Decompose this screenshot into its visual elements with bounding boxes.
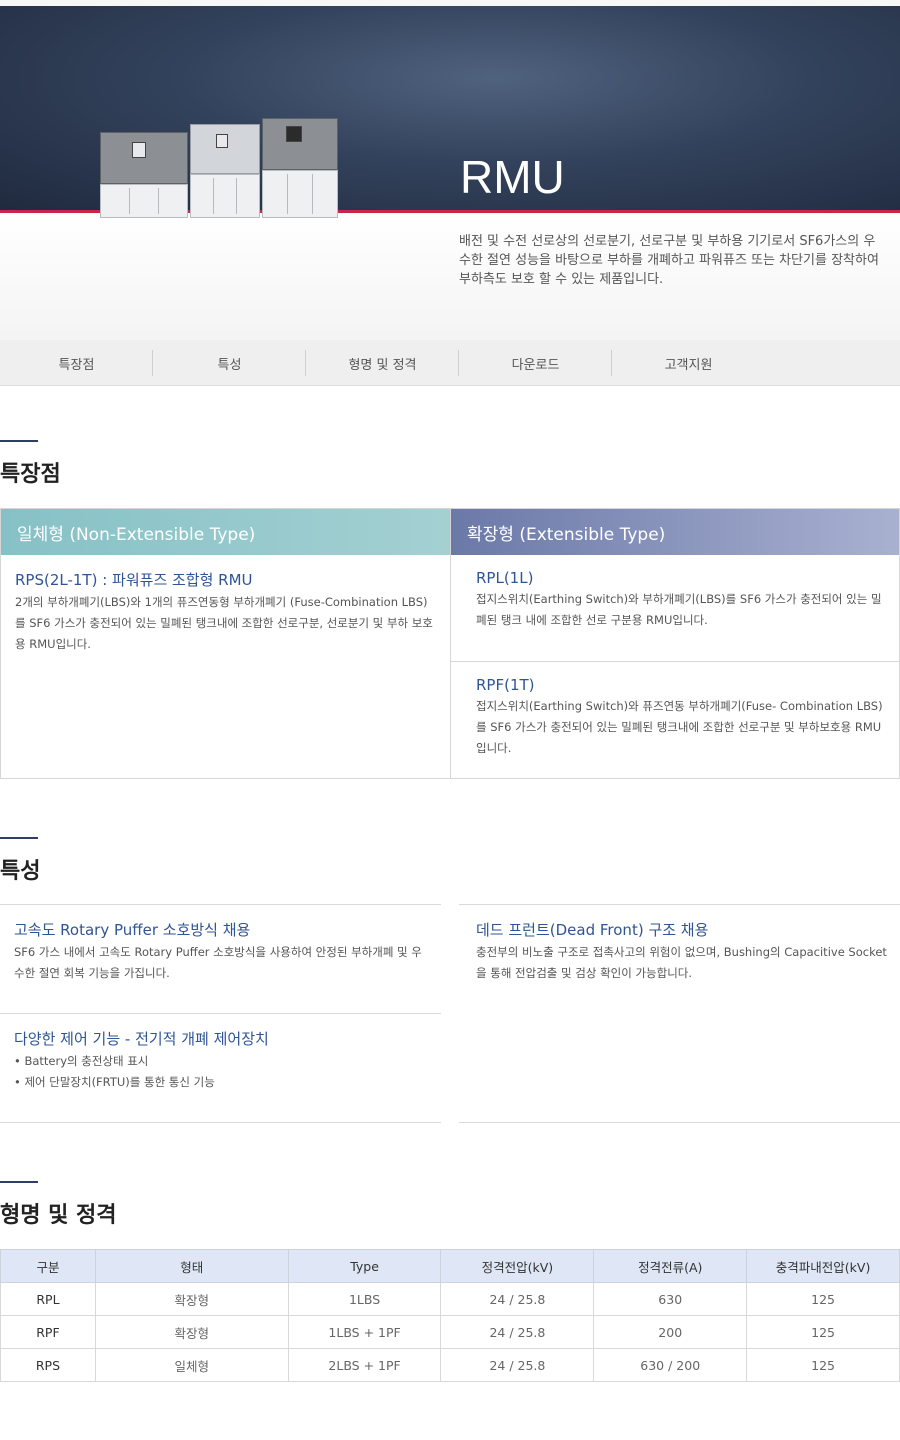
characteristic-item: 데드 프런트(Dead Front) 구조 채용 충전부의 비노출 구조로 접촉… [459,904,900,1123]
column-header: Type [287,1249,442,1283]
feature-title: RPS(2L-1T) : 파워퓨즈 조합형 RMU [15,571,253,589]
table-cell: 확장형 [94,1282,289,1316]
section-title-characteristics: 특성 [0,859,41,884]
section-title-features: 특장점 [0,462,61,487]
tab-characteristics[interactable]: 특성 [153,340,306,386]
characteristic-item: 다양한 제어 기능 - 전기적 개폐 제어장치 • Battery의 충전상태 … [0,1013,441,1123]
extensible-column: 확장형 (Extensible Type) RPL(1L) 접지스위치(Eart… [450,508,900,779]
hero-banner: RMU 배전 및 수전 선로상의 선로분기, 선로구분 및 부하용 기기로서 S… [0,0,900,340]
product-image [100,118,340,218]
table-cell: 125 [746,1348,900,1382]
characteristics-panel: 고속도 Rotary Puffer 소호방식 채용 SF6 가스 내에서 고속도… [0,904,900,1124]
table-cell: 확장형 [94,1315,289,1349]
non-extensible-column: 일체형 (Non-Extensible Type) RPS(2L-1T) : 파… [0,508,451,779]
feature-title: RPF(1T) [476,676,535,694]
table-cell: 2LBS + 1PF [287,1348,442,1382]
table-row: RPF 확장형 1LBS + 1PF 24 / 25.8 200 125 [0,1315,900,1349]
section-marker [0,837,38,839]
section-marker [0,1181,38,1183]
table-cell: 1LBS + 1PF [287,1315,442,1349]
table-cell: 200 [593,1315,748,1349]
cabinet-illustration [262,118,338,218]
extensible-header: 확장형 (Extensible Type) [451,509,899,555]
table-cell: 630 [593,1282,748,1316]
section-title-ratings: 형명 및 정격 [0,1203,117,1228]
column-header: 정격전압(kV) [440,1249,595,1283]
characteristic-item: 고속도 Rotary Puffer 소호방식 채용 SF6 가스 내에서 고속도… [0,904,441,1013]
feature-item: RPS(2L-1T) : 파워퓨즈 조합형 RMU 2개의 부하개폐기(LBS)… [15,569,438,655]
feature-text: 2개의 부하개폐기(LBS)와 1개의 퓨즈연동형 부하개폐기 (Fuse-Co… [15,595,433,651]
feature-text: 접지스위치(Earthing Switch)와 퓨즈연동 부하개폐기(Fuse-… [476,699,883,755]
table-row: RPL 확장형 1LBS 24 / 25.8 630 125 [0,1282,900,1316]
characteristic-title: 고속도 Rotary Puffer 소호방식 채용 [14,921,251,939]
characteristic-bullet: • Battery의 충전상태 표시 [14,1054,149,1068]
column-header: 정격전류(A) [593,1249,748,1283]
column-header: 구분 [0,1249,96,1283]
characteristic-bullet: • 제어 단말장치(FRTU)를 통한 통신 기능 [14,1075,215,1089]
section-tabs: 특장점 특성 형명 및 정격 다운로드 고객지원 [0,340,900,386]
feature-item: RPF(1T) 접지스위치(Earthing Switch)와 퓨즈연동 부하개… [476,676,887,759]
product-description: 배전 및 수전 선로상의 선로분기, 선로구분 및 부하용 기기로서 SF6가스… [459,234,879,287]
table-cell: 24 / 25.8 [440,1348,595,1382]
table-cell: 24 / 25.8 [440,1315,595,1349]
column-header: 형태 [94,1249,289,1283]
tab-features[interactable]: 특장점 [0,340,153,386]
characteristic-title: 다양한 제어 기능 - 전기적 개폐 제어장치 [14,1030,269,1048]
non-extensible-header: 일체형 (Non-Extensible Type) [1,509,450,555]
tab-ratings[interactable]: 형명 및 정격 [306,340,459,386]
ratings-table: 구분 형태 Type 정격전압(kV) 정격전류(A) 충격파내전압(kV) R… [0,1249,900,1382]
cabinet-illustration [190,124,260,218]
table-cell: RPF [0,1315,96,1349]
table-cell: RPS [0,1348,96,1382]
cabinet-illustration [100,132,188,218]
table-cell: 125 [746,1315,900,1349]
tab-support[interactable]: 고객지원 [612,340,765,386]
characteristic-text: SF6 가스 내에서 고속도 Rotary Puffer 소호방식을 사용하여 … [14,945,422,980]
feature-text: 접지스위치(Earthing Switch)와 부하개폐기(LBS)를 SF6 … [476,592,882,627]
feature-item: RPL(1L) 접지스위치(Earthing Switch)와 부하개폐기(LB… [476,569,887,631]
table-cell: 1LBS [287,1282,442,1316]
tab-download[interactable]: 다운로드 [459,340,612,386]
table-cell: 125 [746,1282,900,1316]
table-cell: RPL [0,1282,96,1316]
table-cell: 630 / 200 [593,1348,748,1382]
features-panel: 일체형 (Non-Extensible Type) RPS(2L-1T) : 파… [0,508,900,779]
table-header-row: 구분 형태 Type 정격전압(kV) 정격전류(A) 충격파내전압(kV) [0,1249,900,1283]
page-title: RMU [460,151,565,203]
feature-title: RPL(1L) [476,569,534,587]
table-cell: 일체형 [94,1348,289,1382]
table-cell: 24 / 25.8 [440,1282,595,1316]
characteristic-text: 충전부의 비노출 구조로 접촉사고의 위험이 없으며, Bushing의 Cap… [476,945,887,980]
characteristic-title: 데드 프런트(Dead Front) 구조 채용 [476,921,709,939]
section-marker [0,440,38,442]
table-row: RPS 일체형 2LBS + 1PF 24 / 25.8 630 / 200 1… [0,1348,900,1382]
column-header: 충격파내전압(kV) [746,1249,900,1283]
